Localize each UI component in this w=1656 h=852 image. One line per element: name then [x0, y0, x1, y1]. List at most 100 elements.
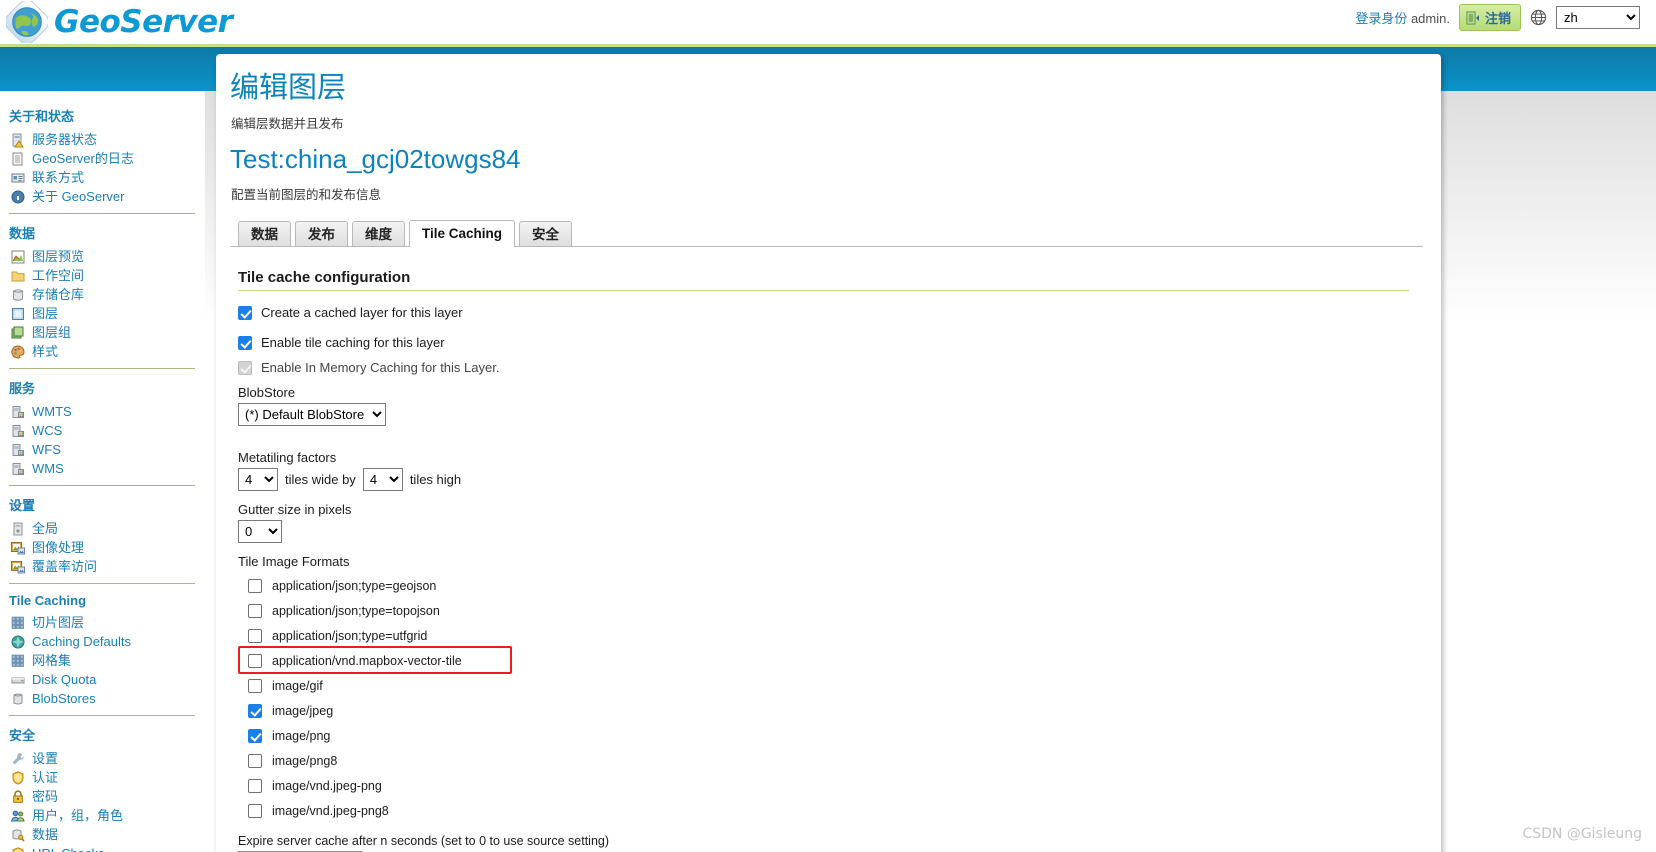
server-status-icon [10, 132, 26, 148]
gridsets-icon [10, 653, 26, 669]
sidebar-item-[interactable]: 图层 [8, 304, 205, 323]
section-heading: Tile cache configuration [238, 269, 411, 287]
format-checkbox[interactable] [248, 603, 262, 618]
sidebar-item-[interactable]: 存储仓库 [8, 285, 205, 304]
sidebar-item-blobstores[interactable]: BlobStores [8, 689, 205, 708]
layer-group-icon [10, 325, 26, 341]
metatiling-high-select[interactable]: 12345678 [362, 468, 403, 492]
sidebar-item-label: 联系方式 [32, 170, 85, 185]
tab-[interactable]: 维度 [352, 221, 405, 248]
sidebar-item-geoserver[interactable]: GeoServer的日志 [8, 149, 205, 168]
format-row[interactable]: image/vnd.jpeg-png [238, 773, 1423, 798]
format-row[interactable]: application/vnd.mapbox-vector-tile [238, 646, 1423, 675]
service-wms-icon [10, 461, 26, 477]
format-row[interactable]: image/gif [238, 673, 1423, 698]
app-root: GeoServer 登录身份 admin. 注销 zh 关于和状态 服务器状态 … [0, 0, 1656, 852]
format-checkbox[interactable] [248, 778, 262, 793]
format-checkbox[interactable] [248, 803, 262, 818]
sidebar-item-[interactable]: 切片图层 [8, 613, 205, 632]
sidebar-item-url-checks[interactable]: URL Checks [8, 844, 205, 852]
sidebar-item-label: WMTS [32, 404, 72, 419]
sidebar-item-geoserver[interactable]: 关于 GeoServer [8, 187, 205, 206]
format-row[interactable]: image/vnd.jpeg-png8 [238, 798, 1423, 823]
sidebar-item-wfs[interactable]: WFS [8, 440, 205, 459]
tab-[interactable]: 数据 [238, 221, 291, 248]
enable-tile-caching-row[interactable]: Enable tile caching for this layer [238, 335, 1423, 351]
sidebar-item-wmts[interactable]: WMTS [8, 402, 205, 421]
section-divider [238, 290, 1409, 292]
sidebar-item-[interactable]: 联系方式 [8, 168, 205, 187]
brand-name: GeoServer [54, 3, 233, 40]
metatiling-row: 12345678 tiles wide by 12345678 tiles hi… [238, 468, 1423, 492]
sidebar-item-[interactable]: 服务器状态 [8, 130, 205, 149]
sidebar-item-[interactable]: 图层组 [8, 323, 205, 342]
format-row[interactable]: image/png [238, 723, 1423, 748]
format-label: image/jpeg [272, 703, 334, 718]
sidebar-item-caching-defaults[interactable]: Caching Defaults [8, 632, 205, 651]
metatiling-group: Metatiling factors 12345678 tiles wide b… [238, 450, 1423, 492]
format-checkbox[interactable] [248, 628, 262, 643]
tile-cache-form: Tile cache configuration Create a cached… [230, 269, 1423, 852]
tab-[interactable]: 发布 [295, 221, 348, 248]
format-checkbox[interactable] [248, 703, 262, 718]
gutter-label: Gutter size in pixels [238, 502, 352, 518]
format-checkbox[interactable] [248, 653, 262, 668]
format-row[interactable]: application/json;type=utfgrid [238, 623, 1423, 648]
sidebar-item-[interactable]: 覆盖率访问 [8, 557, 205, 576]
enable-tile-caching-checkbox[interactable] [238, 336, 252, 351]
sidebar-item-[interactable]: 数据 [8, 825, 205, 844]
create-cached-layer-checkbox[interactable] [238, 306, 252, 321]
format-row[interactable]: application/json;type=topojson [238, 598, 1423, 623]
sidebar-item-label: 用户，组，角色 [32, 808, 124, 823]
folder-icon [10, 268, 26, 284]
sidebar-item-[interactable]: 工作空间 [8, 266, 205, 285]
sidebar-item-[interactable]: 图像处理 [8, 538, 205, 557]
create-cached-layer-row[interactable]: Create a cached layer for this layer [238, 305, 1423, 321]
sidebar-item-wcs[interactable]: WCS [8, 421, 205, 440]
sidebar-item-label: 密码 [32, 789, 59, 804]
expire-server-cache-label: Expire server cache after n seconds (set… [238, 834, 610, 849]
sidebar-item-[interactable]: 用户，组，角色 [8, 806, 205, 825]
tile-image-formats-group: Tile Image Formats application/json;type… [238, 554, 1423, 823]
format-row[interactable]: image/jpeg [238, 698, 1423, 723]
sidebar-item-disk-quota[interactable]: Disk Quota [8, 670, 205, 689]
tile-layers-icon [10, 615, 26, 631]
metatiling-wide-select[interactable]: 12345678 [238, 468, 278, 492]
format-label: image/png [272, 728, 331, 743]
sidebar-item-wms[interactable]: WMS [8, 459, 205, 478]
language-select[interactable]: zhendefres [1556, 6, 1640, 29]
format-checkbox[interactable] [248, 728, 262, 743]
format-label: application/json;type=utfgrid [272, 628, 428, 643]
tab-[interactable]: 安全 [519, 221, 573, 248]
format-row[interactable]: image/png8 [238, 748, 1423, 773]
blobstore-select[interactable]: (*) Default BlobStore [238, 403, 386, 427]
format-checkbox[interactable] [248, 578, 262, 593]
sidebar-item-[interactable]: 设置 [8, 749, 205, 768]
sidebar-item-[interactable]: 样式 [8, 342, 205, 361]
sidebar-item-[interactable]: 认证 [8, 768, 205, 787]
sidebar-item-[interactable]: 密码 [8, 787, 205, 806]
format-row[interactable]: application/json;type=geojson [238, 573, 1423, 598]
service-wcs-icon [10, 423, 26, 439]
brand-logo[interactable]: GeoServer [6, 1, 233, 43]
sidebar-item-[interactable]: 图层预览 [8, 247, 205, 266]
tab-tile-caching[interactable]: Tile Caching [409, 220, 516, 249]
gutter-select[interactable]: 0102050100 [238, 520, 282, 544]
sidebar-section-title: 关于和状态 [9, 109, 75, 124]
log-file-icon [10, 151, 26, 167]
sidebar-item-[interactable]: 全局 [8, 519, 205, 538]
global-settings-icon [10, 521, 26, 537]
sidebar-item-[interactable]: 网格集 [8, 651, 205, 670]
gutter-group: Gutter size in pixels 0102050100 [238, 502, 1423, 544]
page-title: 编辑图层 [230, 72, 347, 104]
enable-in-memory-caching-row: Enable In Memory Caching for this Layer. [238, 360, 1423, 376]
tab-bar: 数据 发布 维度 Tile Caching 安全 [230, 220, 1423, 249]
format-checkbox[interactable] [248, 753, 262, 768]
layer-preview-icon [10, 249, 26, 265]
logout-button[interactable]: 注销 [1458, 4, 1521, 31]
enable-in-memory-caching-label: Enable In Memory Caching for this Layer. [261, 360, 500, 376]
format-label: application/json;type=topojson [272, 603, 440, 618]
format-checkbox[interactable] [248, 678, 262, 693]
sidebar-item-label: 图像处理 [32, 540, 85, 555]
format-label: application/vnd.mapbox-vector-tile [272, 653, 462, 668]
